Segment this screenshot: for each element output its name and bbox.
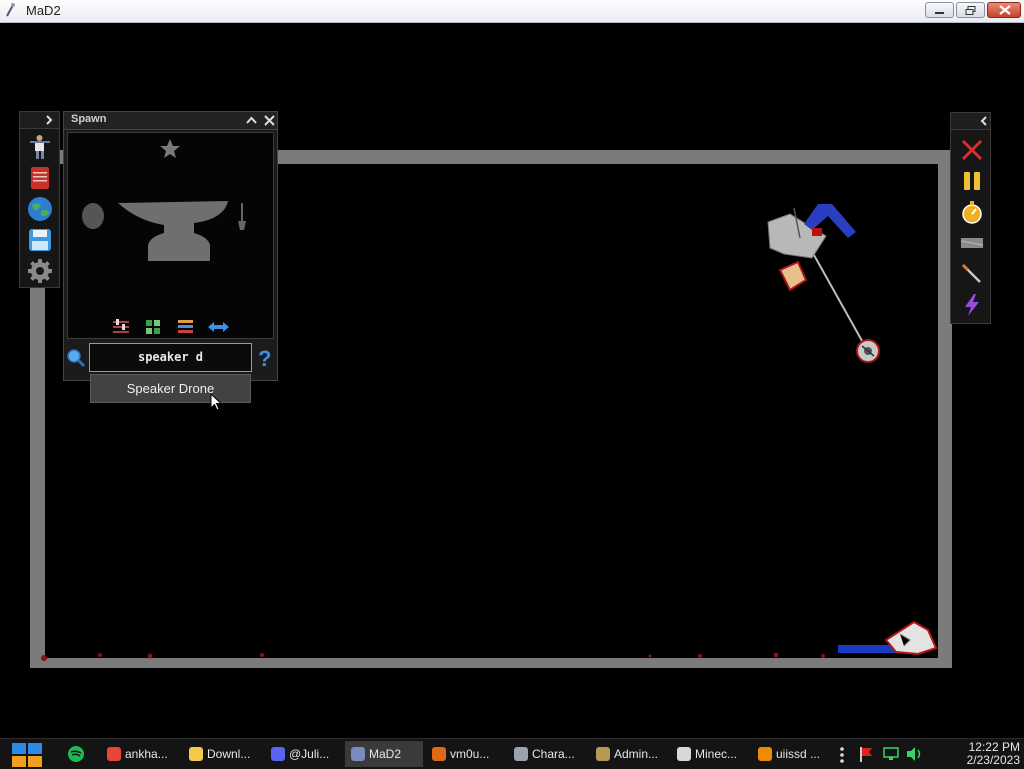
taskbar-item-label: Admin... (614, 747, 659, 761)
taskbar-item-label: Minec... (695, 747, 738, 761)
start-button[interactable] (9, 739, 45, 769)
flag-icon[interactable] (858, 746, 874, 762)
right-toolbar-toggle[interactable] (951, 113, 990, 130)
taskbar-item-label: Downl... (207, 747, 251, 761)
knife-icon[interactable] (960, 262, 984, 286)
taskbar-item-label: @Juli... (289, 747, 330, 761)
mad2-icon (351, 747, 365, 761)
close-x-icon[interactable] (960, 138, 984, 162)
help-icon[interactable]: ? (256, 347, 274, 369)
save-icon[interactable] (27, 227, 53, 253)
spawn-panel: Spawn (63, 111, 278, 381)
star-icon[interactable] (160, 139, 180, 158)
notebook-icon[interactable] (27, 165, 53, 191)
taskbar-item-label: MaD2 (369, 747, 402, 761)
chevron-up-icon[interactable] (244, 113, 259, 128)
left-toolbar-toggle[interactable] (20, 112, 59, 129)
shovel-icon[interactable] (238, 203, 246, 230)
volume-icon[interactable] (905, 746, 923, 762)
taskbar-item[interactable]: ankha... (101, 741, 179, 767)
taskbar-item[interactable]: vm0u... (426, 741, 504, 767)
taskbar-item[interactable]: uiissd ... (752, 741, 830, 767)
close-icon[interactable] (262, 113, 277, 128)
system-clock[interactable]: 12:22 PM 2/23/2023 (930, 741, 1020, 767)
globe-icon[interactable] (27, 196, 53, 222)
svg-text:?: ? (258, 347, 271, 369)
right-toolbar (950, 112, 991, 324)
taskbar-item[interactable]: MaD2 (345, 741, 423, 767)
debris-pile (838, 620, 938, 656)
egg-icon[interactable] (82, 203, 104, 229)
gear-icon[interactable] (27, 258, 53, 284)
mouse-cursor-icon (210, 393, 223, 411)
slab-icon[interactable] (960, 231, 984, 255)
chrome-icon (107, 747, 121, 761)
clock-date: 2/23/2023 (966, 753, 1020, 767)
speaker-drone[interactable] (856, 339, 880, 363)
stopwatch-icon[interactable] (960, 200, 984, 224)
folder-icon (189, 747, 203, 761)
character-icon (514, 747, 528, 761)
ragdoll-wreck[interactable] (767, 204, 867, 349)
taskbar-item-label: Chara... (532, 747, 575, 761)
left-toolbar (19, 111, 60, 288)
list-icon[interactable] (178, 320, 193, 333)
chevron-left-icon (980, 116, 987, 126)
network-icon[interactable] (882, 746, 900, 762)
swap-arrows-icon[interactable] (208, 322, 229, 332)
search-suggestion-item[interactable]: Speaker Drone (90, 374, 251, 403)
taskbar-item-label: vm0u... (450, 747, 490, 761)
spawn-search-input[interactable]: speaker d (89, 343, 252, 372)
discord-icon (271, 747, 285, 761)
taskbar-item-label: ankha... (125, 747, 168, 761)
taskbar: ankha... Downl... @Juli... MaD2 vm0u... Chara… (0, 738, 1024, 769)
taskbar-item[interactable]: Chara... (508, 741, 586, 767)
spawn-panel-title: Spawn (71, 113, 107, 125)
vm-icon (432, 747, 446, 761)
vlc-icon (758, 747, 772, 761)
grid-icon[interactable] (146, 320, 160, 334)
taskbar-item[interactable]: @Juli... (265, 741, 341, 767)
chevron-right-icon (46, 115, 53, 125)
sliders-icon[interactable] (113, 319, 129, 333)
spawn-panel-header: Spawn (64, 112, 277, 130)
blood-splatter (41, 652, 825, 661)
anvil-icon[interactable] (118, 201, 228, 261)
taskbar-item[interactable]: Admin... (590, 741, 668, 767)
pose-figure-icon[interactable] (27, 134, 53, 160)
pause-icon[interactable] (960, 169, 984, 193)
taskbar-item[interactable]: Downl... (183, 741, 261, 767)
spotify-icon[interactable] (67, 745, 85, 763)
minecraft-icon (677, 747, 691, 761)
spawn-preview (67, 132, 274, 339)
taskbar-item[interactable]: Minec... (671, 741, 749, 767)
search-icon[interactable] (66, 348, 86, 368)
overflow-menu-icon[interactable] (836, 746, 848, 764)
admin-icon (596, 747, 610, 761)
taskbar-item-label: uiissd ... (776, 747, 821, 761)
lightning-icon[interactable] (960, 293, 984, 317)
